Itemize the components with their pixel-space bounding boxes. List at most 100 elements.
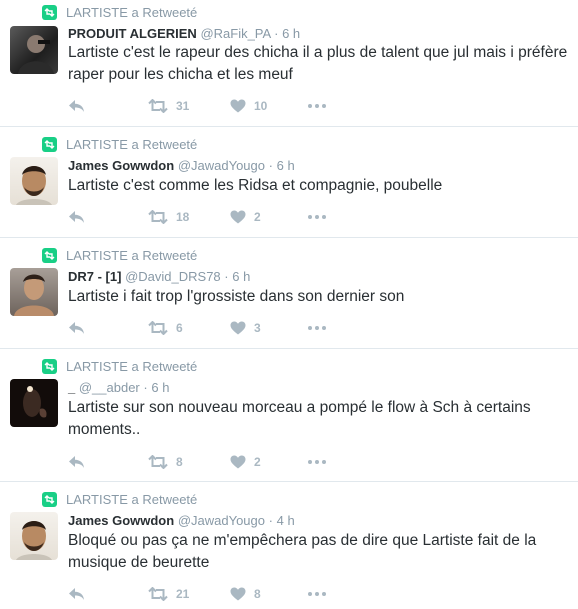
retweet-icon <box>148 587 168 601</box>
reply-button[interactable] <box>68 318 85 338</box>
retweet-badge-icon <box>42 136 57 152</box>
retweet-badge-icon <box>42 358 57 374</box>
more-button[interactable] <box>308 318 326 338</box>
retweet-context: LARTISTE a Retweeté <box>42 4 197 20</box>
tweet-header: James Gowwdon @JawadYougo · 4 h <box>68 513 295 528</box>
timestamp[interactable]: 6 h <box>151 380 169 395</box>
timestamp[interactable]: 6 h <box>282 26 300 41</box>
reply-icon <box>69 211 84 223</box>
like-count: 8 <box>254 587 261 601</box>
heart-icon <box>230 455 246 469</box>
tweet-header: PRODUIT ALGERIEN @RaFik_PA · 6 h <box>68 26 300 41</box>
heart-icon <box>230 587 246 601</box>
retweet-button[interactable]: 31 <box>148 96 189 116</box>
more-icon <box>308 460 326 464</box>
like-button[interactable]: 2 <box>230 207 261 227</box>
reply-button[interactable] <box>68 452 85 472</box>
reply-icon <box>69 100 84 112</box>
tweet[interactable]: LARTISTE a Retweeté _ @__abder · 6 h Lar… <box>0 349 578 482</box>
avatar[interactable] <box>10 157 58 205</box>
reply-icon <box>69 456 84 468</box>
reply-button[interactable] <box>68 96 85 116</box>
more-button[interactable] <box>308 96 326 116</box>
retweet-count: 6 <box>176 321 183 335</box>
retweet-badge-icon <box>42 4 57 20</box>
like-button[interactable]: 2 <box>230 452 261 472</box>
retweet-context: LARTISTE a Retweeté <box>42 358 197 374</box>
heart-icon <box>230 321 246 335</box>
separator: · <box>143 380 148 395</box>
avatar[interactable] <box>10 379 58 427</box>
retweet-button[interactable]: 18 <box>148 207 189 227</box>
display-name[interactable]: PRODUIT ALGERIEN <box>68 26 197 41</box>
retweet-context: LARTISTE a Retweeté <box>42 136 197 152</box>
heart-icon <box>230 99 246 113</box>
retweet-context-label: LARTISTE a Retweeté <box>66 4 198 20</box>
username[interactable]: @__abder <box>79 380 140 395</box>
separator: · <box>274 26 279 41</box>
tweet-text: Lartiste c'est comme les Ridsa et compag… <box>68 177 443 194</box>
tweet[interactable]: LARTISTE a Retweeté PRODUIT ALGERIEN @Ra… <box>0 0 578 127</box>
tweet-text: Lartiste sur son nouveau morceau a pompé… <box>68 399 531 438</box>
retweet-context: LARTISTE a Retweeté <box>42 491 197 507</box>
tweet-text: Lartiste i fait trop l'grossiste dans so… <box>68 288 405 305</box>
retweet-icon <box>148 455 168 469</box>
retweet-context-label: LARTISTE a Retweeté <box>66 491 198 507</box>
like-count: 2 <box>254 455 261 469</box>
username[interactable]: @David_DRS78 <box>125 269 221 284</box>
tweet-actions: 6 3 <box>68 318 368 338</box>
like-button[interactable]: 10 <box>230 96 267 116</box>
more-icon <box>308 104 326 108</box>
display-name[interactable]: _ <box>68 380 75 395</box>
retweet-icon <box>148 321 168 335</box>
tweet-text: Bloqué ou pas ça ne m'empêchera pas de d… <box>68 532 537 571</box>
more-button[interactable] <box>308 207 326 227</box>
retweet-button[interactable]: 21 <box>148 584 189 604</box>
retweet-count: 8 <box>176 455 183 469</box>
reply-button[interactable] <box>68 207 85 227</box>
avatar[interactable] <box>10 512 58 560</box>
separator: · <box>268 158 273 173</box>
display-name[interactable]: James Gowwdon <box>68 513 174 528</box>
username[interactable]: @JawadYougo <box>178 513 265 528</box>
avatar[interactable] <box>10 268 58 316</box>
retweet-count: 21 <box>176 587 190 601</box>
username[interactable]: @JawadYougo <box>178 158 265 173</box>
separator: · <box>268 513 273 528</box>
like-count: 10 <box>254 99 268 113</box>
like-count: 3 <box>254 321 261 335</box>
tweet[interactable]: LARTISTE a Retweeté James Gowwdon @Jawad… <box>0 482 578 609</box>
display-name[interactable]: James Gowwdon <box>68 158 174 173</box>
tweet-actions: 21 8 <box>68 584 368 604</box>
like-button[interactable]: 3 <box>230 318 261 338</box>
heart-icon <box>230 210 246 224</box>
reply-button[interactable] <box>68 584 85 604</box>
avatar[interactable] <box>10 26 58 74</box>
tweet[interactable]: LARTISTE a Retweeté James Gowwdon @Jawad… <box>0 127 578 238</box>
retweet-context: LARTISTE a Retweeté <box>42 247 197 263</box>
tweet-actions: 18 2 <box>68 207 368 227</box>
display-name[interactable]: DR7 - [1] <box>68 269 121 284</box>
timestamp[interactable]: 6 h <box>277 158 295 173</box>
retweet-icon <box>148 99 168 113</box>
retweet-context-label: LARTISTE a Retweeté <box>66 358 198 374</box>
tweet-text: Lartiste c'est le rapeur des chicha il a… <box>68 44 568 83</box>
retweet-button[interactable]: 8 <box>148 452 183 472</box>
retweet-context-label: LARTISTE a Retweeté <box>66 247 198 263</box>
tweet-actions: 8 2 <box>68 452 368 472</box>
more-button[interactable] <box>308 584 326 604</box>
tweet[interactable]: LARTISTE a Retweeté DR7 - [1] @David_DRS… <box>0 238 578 349</box>
retweet-badge-icon <box>42 247 57 263</box>
retweet-button[interactable]: 6 <box>148 318 183 338</box>
timestamp[interactable]: 6 h <box>232 269 250 284</box>
username[interactable]: @RaFik_PA <box>200 26 270 41</box>
retweet-count: 31 <box>176 99 190 113</box>
more-button[interactable] <box>308 452 326 472</box>
reply-icon <box>69 322 84 334</box>
timestamp[interactable]: 4 h <box>277 513 295 528</box>
retweet-badge-icon <box>42 491 57 507</box>
more-icon <box>308 326 326 330</box>
tweet-header: DR7 - [1] @David_DRS78 · 6 h <box>68 269 250 284</box>
retweet-count: 18 <box>176 210 190 224</box>
like-button[interactable]: 8 <box>230 584 261 604</box>
